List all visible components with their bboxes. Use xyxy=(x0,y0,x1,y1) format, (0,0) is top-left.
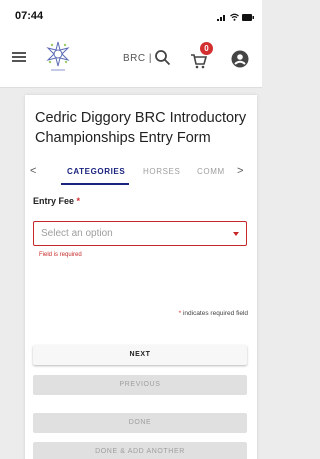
required-note-star: * xyxy=(178,310,182,317)
tab-next-arrow[interactable]: > xyxy=(237,165,243,177)
tab-competitions[interactable]: COMM xyxy=(197,167,225,176)
brc-logo-icon xyxy=(46,41,70,71)
previous-button[interactable]: PREVIOUS xyxy=(33,375,247,395)
dropdown-caret-icon xyxy=(233,232,239,236)
entry-fee-placeholder: Select an option xyxy=(41,228,113,239)
required-marker: * xyxy=(76,196,81,206)
menu-button[interactable] xyxy=(12,50,30,66)
required-note-text: indicates required field xyxy=(182,310,248,317)
form-card xyxy=(25,95,257,459)
entry-fee-label: Entry Fee * xyxy=(33,196,80,206)
tab-prev-arrow[interactable]: < xyxy=(30,165,36,177)
cart-button[interactable]: 0 xyxy=(190,42,214,70)
signal-icon xyxy=(217,15,225,21)
account-icon[interactable] xyxy=(231,50,249,68)
search-icon[interactable] xyxy=(153,48,173,68)
battery-icon xyxy=(242,14,254,21)
app-bar: BRC | 0 xyxy=(0,30,262,88)
done-button[interactable]: DONE xyxy=(33,413,247,433)
done-add-another-button[interactable]: DONE & ADD ANOTHER xyxy=(33,442,247,459)
required-fields-note: * indicates required field xyxy=(179,310,248,317)
next-button[interactable]: NEXT xyxy=(33,345,247,365)
form-tabs: < CATEGORIES HORSES COMM > xyxy=(25,161,257,187)
menu-icon xyxy=(12,52,26,54)
tab-horses[interactable]: HORSES xyxy=(143,167,180,176)
entry-fee-select[interactable]: Select an option xyxy=(33,221,247,246)
cart-count-badge: 0 xyxy=(200,42,213,55)
status-bar: 07:44 xyxy=(0,0,262,30)
status-icons xyxy=(217,13,254,21)
status-time: 07:44 xyxy=(15,10,44,22)
tab-categories[interactable]: CATEGORIES xyxy=(67,167,125,176)
form-title: Cedric Diggory BRC Introductory Champion… xyxy=(35,110,247,146)
brand-text: BRC | xyxy=(123,53,152,64)
active-tab-indicator xyxy=(61,183,129,185)
entry-fee-error: Field is required xyxy=(39,252,82,258)
wifi-icon xyxy=(230,13,239,21)
entry-fee-label-text: Entry Fee xyxy=(33,196,75,206)
